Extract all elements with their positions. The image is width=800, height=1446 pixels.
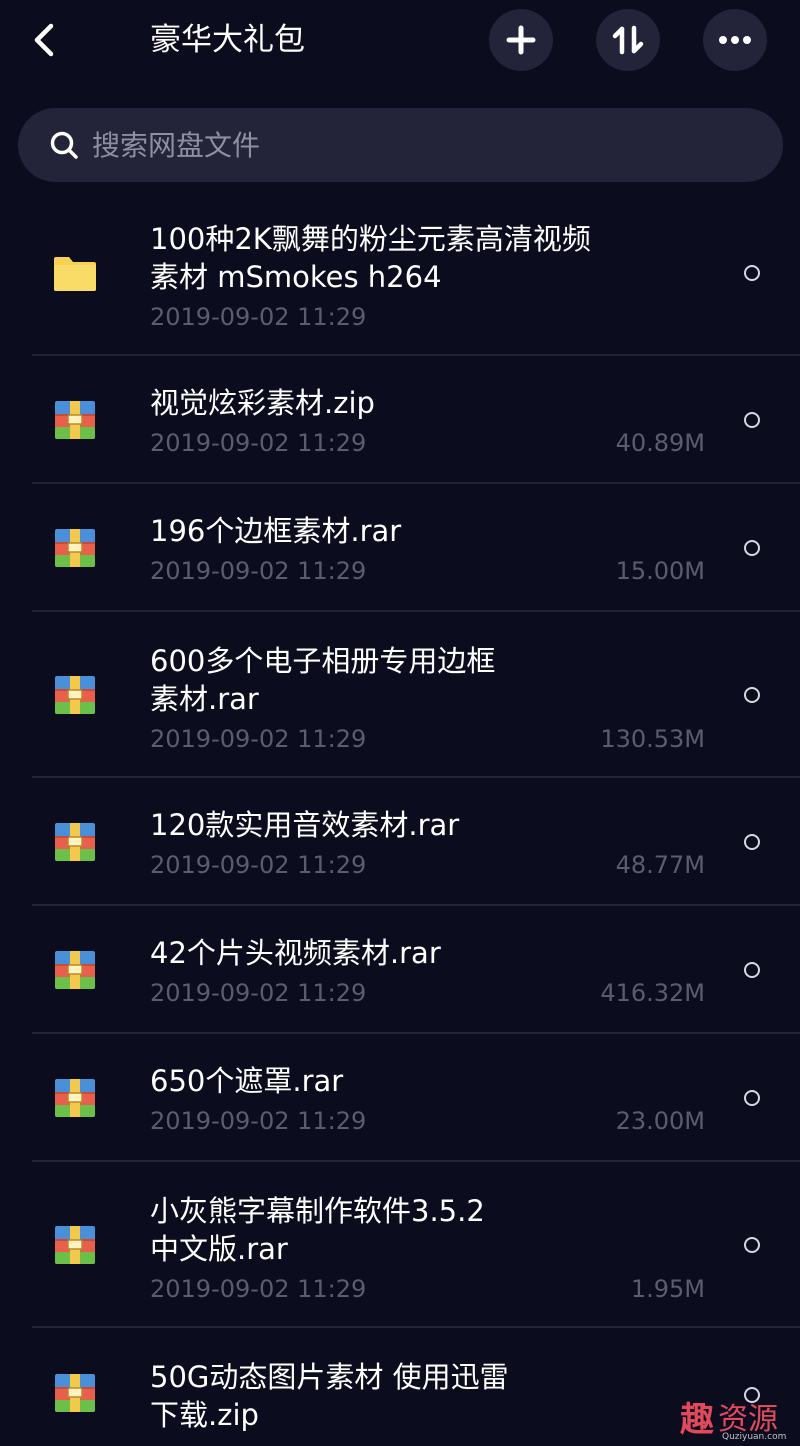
file-name-line: 650个遮罩.rar xyxy=(150,1064,344,1098)
file-size: 48.77M xyxy=(615,851,705,879)
archive-icon xyxy=(55,1079,95,1117)
file-date: 2019-09-02 11:29 xyxy=(150,303,367,331)
file-name-line: 42个片头视频素材.rar xyxy=(150,936,441,970)
file-date: 2019-09-02 11:29 xyxy=(150,725,367,753)
back-button[interactable] xyxy=(24,18,64,62)
select-radio[interactable] xyxy=(744,265,760,281)
file-row[interactable]: 600多个电子相册专用边框 素材.rar 2019-09-02 11:29 130.5… xyxy=(0,612,800,778)
file-name-line: 下载.zip xyxy=(150,1398,259,1432)
file-name-line: 素材 mSmokes h264 xyxy=(150,260,442,294)
file-date: 2019-09-02 11:29 xyxy=(150,1107,367,1135)
file-name: 600多个电子相册专用边框 素材.rar xyxy=(150,642,690,718)
file-size: 40.89M xyxy=(615,429,705,457)
file-name-line: 120款实用音效素材.rar xyxy=(150,808,460,842)
archive-icon xyxy=(55,1374,95,1412)
file-row[interactable]: 小灰熊字幕制作软件3.5.2 中文版.rar 2019-09-02 11:29 1.9… xyxy=(0,1162,800,1328)
more-icon xyxy=(719,36,751,44)
file-name-line: 中文版.rar xyxy=(150,1232,288,1266)
file-date: 2019-09-02 11:29 xyxy=(150,429,367,457)
file-row[interactable]: 196个边框素材.rar 2019-09-02 11:29 15.00M xyxy=(0,484,800,612)
top-bar: 豪华大礼包 xyxy=(0,0,800,84)
sort-button[interactable] xyxy=(596,9,660,71)
file-size: 416.32M xyxy=(600,979,705,1007)
file-name-line: 50G动态图片素材 使用迅雷 xyxy=(150,1360,509,1394)
file-size: 1.95M xyxy=(630,1275,705,1303)
select-radio[interactable] xyxy=(744,412,760,428)
watermark-url: Quziyuan.com xyxy=(722,1432,787,1442)
search-bar[interactable] xyxy=(18,108,783,182)
file-name-line: 196个边框素材.rar xyxy=(150,514,402,548)
archive-icon xyxy=(55,676,95,714)
file-name: 100种2K飘舞的粉尘元素高清视频 素材 mSmokes h264 xyxy=(150,220,690,296)
page-title: 豪华大礼包 xyxy=(150,22,305,58)
file-name: 42个片头视频素材.rar xyxy=(150,934,690,972)
file-name: 196个边框素材.rar xyxy=(150,512,690,550)
archive-icon xyxy=(55,529,95,567)
search-input[interactable] xyxy=(90,127,714,163)
file-name: 视觉炫彩素材.zip xyxy=(150,384,690,422)
chevron-left-icon xyxy=(34,23,54,57)
archive-icon xyxy=(55,823,95,861)
file-date: 2019-09-02 11:29 xyxy=(150,557,367,585)
plus-icon xyxy=(506,25,536,55)
select-radio[interactable] xyxy=(744,1090,760,1106)
search-icon xyxy=(46,127,82,163)
folder-icon xyxy=(54,257,96,291)
file-size: 130.53M xyxy=(600,725,705,753)
watermark-logo: 趣 xyxy=(680,1400,714,1440)
file-name-line: 600多个电子相册专用边框 xyxy=(150,644,496,678)
file-name: 120款实用音效素材.rar xyxy=(150,806,690,844)
archive-icon xyxy=(55,951,95,989)
file-row[interactable]: 100种2K飘舞的粉尘元素高清视频 素材 mSmokes h264 2019-09-… xyxy=(0,190,800,356)
file-date: 2019-09-02 11:29 xyxy=(150,851,367,879)
file-row[interactable]: 650个遮罩.rar 2019-09-02 11:29 23.00M xyxy=(0,1034,800,1162)
file-size: 15.00M xyxy=(615,557,705,585)
select-radio[interactable] xyxy=(744,834,760,850)
file-name-line: 视觉炫彩素材.zip xyxy=(150,386,375,420)
file-row[interactable]: 120款实用音效素材.rar 2019-09-02 11:29 48.77M xyxy=(0,778,800,906)
sort-icon xyxy=(612,25,644,55)
add-button[interactable] xyxy=(489,9,553,71)
file-date: 2019-09-02 11:29 xyxy=(150,979,367,1007)
file-row[interactable]: 视觉炫彩素材.zip 2019-09-02 11:29 40.89M xyxy=(0,356,800,484)
file-date: 2019-09-02 11:29 xyxy=(150,1275,367,1303)
more-button[interactable] xyxy=(703,9,767,71)
file-name-line: 小灰熊字幕制作软件3.5.2 xyxy=(150,1194,485,1228)
archive-icon xyxy=(55,401,95,439)
select-radio[interactable] xyxy=(744,540,760,556)
file-size: 23.00M xyxy=(615,1107,705,1135)
file-name: 小灰熊字幕制作软件3.5.2 中文版.rar xyxy=(150,1192,690,1268)
file-name-line: 素材.rar xyxy=(150,682,259,716)
file-name-line: 100种2K飘舞的粉尘元素高清视频 xyxy=(150,222,591,256)
file-name: 650个遮罩.rar xyxy=(150,1062,690,1100)
select-radio[interactable] xyxy=(744,687,760,703)
file-name: 50G动态图片素材 使用迅雷 下载.zip xyxy=(150,1358,690,1434)
file-row[interactable]: 42个片头视频素材.rar 2019-09-02 11:29 416.32M xyxy=(0,906,800,1034)
archive-icon xyxy=(55,1226,95,1264)
select-radio[interactable] xyxy=(744,962,760,978)
select-radio[interactable] xyxy=(744,1237,760,1253)
